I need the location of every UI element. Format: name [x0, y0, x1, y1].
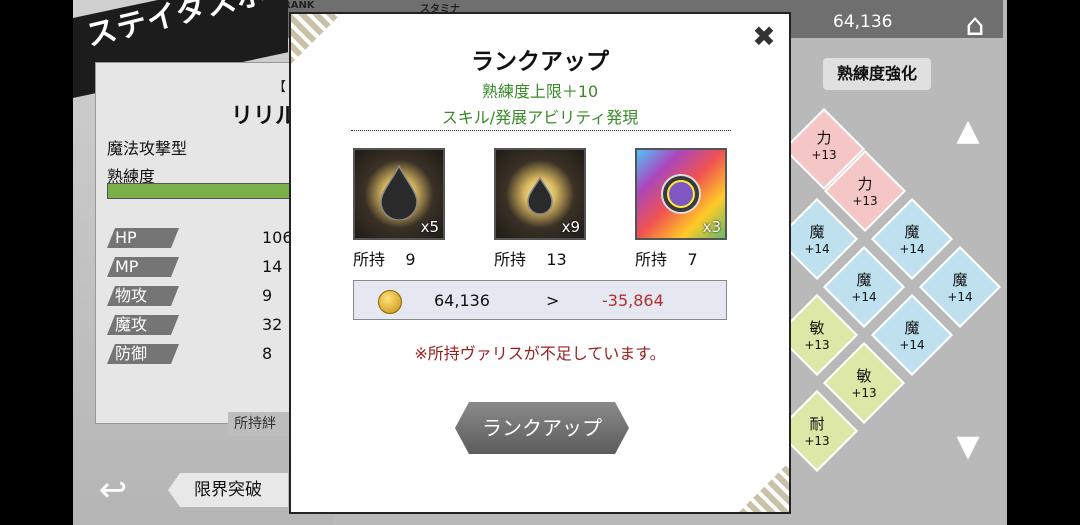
stat-row-hp: HP 106	[107, 228, 293, 248]
divider	[351, 130, 731, 131]
stat-label: HP	[107, 228, 179, 248]
limit-break-button[interactable]: 限界突破	[168, 473, 288, 507]
rank-up-button[interactable]: ランクアップ	[455, 402, 629, 454]
coin-icon	[378, 290, 402, 314]
drop-icon	[380, 164, 418, 220]
gold-cost-box: 64,136 > -35,864	[353, 280, 727, 320]
stat-row-mp: MP 14	[107, 257, 282, 277]
scroll-down-icon[interactable]: ▼	[943, 432, 993, 462]
stat-row-mag-atk: 魔攻 32	[107, 315, 282, 335]
proficiency-boost-button[interactable]: 熟練度強化	[823, 58, 931, 90]
stat-label: MP	[107, 257, 179, 277]
stat-value: 106	[262, 228, 293, 247]
gold-current: 64,136	[434, 291, 490, 310]
stat-label: 物攻	[107, 286, 179, 306]
stat-row-defense: 防御 8	[107, 344, 282, 364]
board-tile-text: 魔 +14	[899, 319, 925, 353]
gold-arrow: >	[546, 291, 560, 310]
board-tile-text: 耐 +13	[804, 415, 830, 449]
home-icon[interactable]: ⌂	[949, 8, 1001, 48]
proficiency-bar	[107, 183, 299, 199]
stat-value: 32	[262, 315, 283, 334]
item-quantity: x5	[420, 218, 439, 236]
board-tile-text: 敏 +13	[804, 319, 830, 353]
character-type: 魔法攻撃型	[107, 139, 188, 158]
gold-cost: -35,864	[602, 291, 664, 310]
stat-value: 8	[262, 344, 273, 363]
stat-value: 14	[262, 257, 283, 276]
board-tile-text: 力 +13	[852, 175, 878, 209]
character-name: リリル	[231, 104, 298, 129]
gold-amount: 64,136	[833, 12, 893, 32]
stat-row-phys-atk: 物攻 9	[107, 286, 282, 306]
board-tile-text: 魔 +14	[899, 223, 925, 257]
stat-label: 魔攻	[107, 315, 179, 335]
insufficient-funds-warning: ※所持ヴァリスが不足しています。	[414, 344, 666, 363]
rank-up-dialog: ✖ ランクアップ 熟練度上限＋10 スキル/発展アビリティ発現 x5 x9 x3…	[289, 12, 791, 514]
owned-count-2: 所持 13	[494, 250, 567, 269]
board-tile-text: 敏 +13	[851, 367, 877, 401]
material-item[interactable]: x5	[353, 148, 445, 240]
item-quantity: x9	[561, 218, 580, 236]
dialog-subtitle-2: スキル/発展アビリティ発現	[441, 108, 639, 127]
scroll-up-icon[interactable]: ▲	[943, 116, 993, 146]
owned-count-3: 所持 7	[635, 250, 698, 269]
dialog-subtitle-1: 熟練度上限＋10	[481, 82, 599, 101]
stat-label: 防御	[107, 344, 179, 364]
stat-value: 9	[262, 286, 273, 305]
material-item[interactable]: x9	[494, 148, 586, 240]
item-quantity: x3	[702, 218, 721, 236]
dialog-title: ランクアップ	[471, 49, 609, 75]
board-tile-text: 力 +13	[811, 129, 837, 163]
board-tile-text: 魔 +14	[804, 223, 830, 257]
drop-icon	[527, 176, 553, 215]
character-bracket: 【	[273, 80, 287, 95]
board-tile-text: 魔 +14	[947, 271, 973, 305]
material-item[interactable]: x3	[635, 148, 727, 240]
back-icon[interactable]: ↩	[83, 460, 143, 520]
owned-count-1: 所持 9	[353, 250, 416, 269]
board-tile-text: 魔 +14	[851, 271, 877, 305]
decorative-corner	[739, 462, 789, 512]
orb-icon	[661, 174, 701, 214]
